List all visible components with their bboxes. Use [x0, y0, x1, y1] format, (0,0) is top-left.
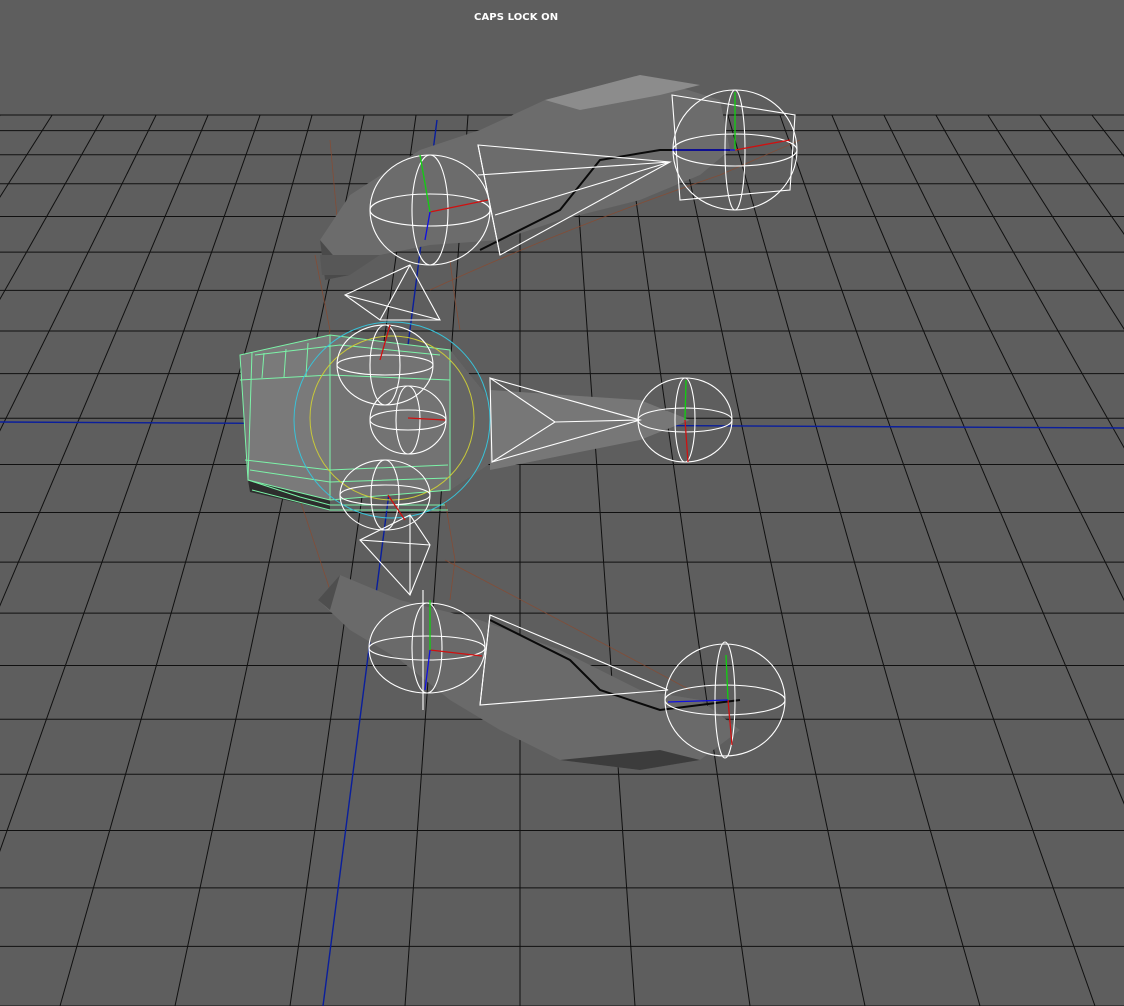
- grid-line: [935, 114, 1124, 449]
- grid-line: [0, 114, 157, 432]
- grid-line: [623, 114, 751, 1006]
- 3d-viewport[interactable]: CAPS LOCK ON: [0, 0, 1124, 1006]
- grid-line: [0, 114, 105, 301]
- grid-line: [0, 114, 261, 852]
- grid-line: [883, 114, 1124, 602]
- grid-line: [1091, 114, 1124, 158]
- grid-line: [779, 114, 1096, 1006]
- grid-line: [987, 114, 1124, 330]
- grid-line: [831, 114, 1124, 805]
- grid-line: [571, 114, 636, 1006]
- caps-lock-indicator: CAPS LOCK ON: [474, 12, 559, 23]
- grid-line: [675, 114, 866, 1006]
- grid-line: [0, 114, 209, 607]
- grid-line: [727, 114, 981, 1006]
- grid-line: [1039, 114, 1124, 235]
- grid-line: [0, 114, 53, 198]
- scene-canvas[interactable]: [0, 0, 1124, 1006]
- world-axes: [0, 119, 1124, 1006]
- grid-line: [404, 114, 469, 1006]
- grid-line: [59, 114, 313, 1006]
- ground-grid: [0, 114, 1124, 1006]
